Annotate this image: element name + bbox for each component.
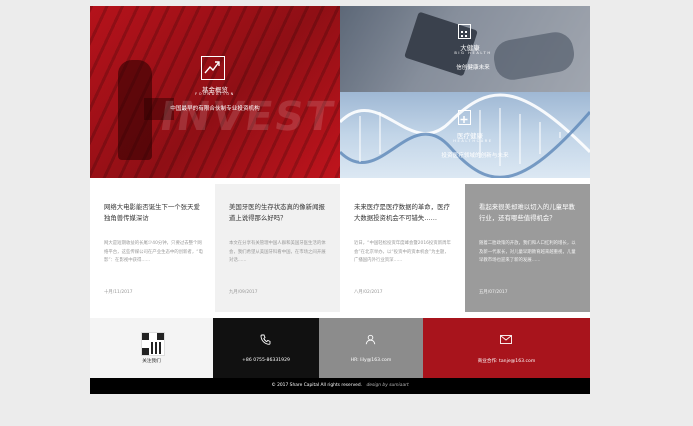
article-card[interactable]: 美国牙医的生存状态真的像新闻报道上说得那么好吗？ 本文在分享有关管理中国人群和美…: [215, 184, 340, 312]
article-date: 八月/02/2017: [354, 290, 383, 295]
follow-us-block[interactable]: 关注我们: [90, 318, 213, 378]
user-icon: [365, 334, 376, 345]
footer: © 2017 Share Capital All rights reserved…: [90, 378, 590, 394]
article-cards: 网络大电影能否诞生下一个张天爱 独角兽传媒深访 网大是短期收益的长尾少40分钟，…: [90, 184, 590, 312]
phone-block[interactable]: +86 0755-86331929: [213, 318, 319, 378]
article-excerpt: 近日，“中国轻松投资年度峰会暨2016投资新周年会”在北京举办，以“投资中的资本…: [354, 241, 451, 263]
article-excerpt: 随着二胎政策的开放，我们和人口红利的增长，以及新一代家长，对儿童早期教育越来越重…: [479, 241, 576, 263]
big-health-description: 信创健康未来: [456, 65, 490, 71]
article-excerpt: 网大是短期收益的长尾少40分钟，只要过去整个网络平台，这些传媒公司在产业生态中的…: [104, 241, 203, 263]
qr-code-icon: [141, 332, 165, 356]
article-date: 五月/07/2017: [479, 290, 508, 295]
article-excerpt: 本文在分享有关管理中国人群和美国牙医生活的体会，我们希望从美国牙科看中国，在市场…: [229, 241, 326, 263]
article-card[interactable]: 看起来很美却难以切入的儿童早教行业，还有哪些值得机会？ 随着二胎政策的开放，我们…: [465, 184, 590, 312]
article-title[interactable]: 美国牙医的生存状态真的像新闻报道上说得那么好吗？: [229, 202, 328, 223]
article-date: 十月/11/2017: [104, 290, 133, 295]
hr-email[interactable]: HR: lily@163.com: [319, 358, 423, 363]
building-icon: [458, 24, 471, 39]
big-health-subtitle: BIG HEALTH: [454, 51, 492, 55]
page: INVEST 基金概览 FOUNDATION 中国最早的有限合伙制专业投资机构: [90, 6, 590, 394]
article-date: 九月/09/2017: [229, 290, 258, 295]
hero-background-word: INVEST: [156, 94, 338, 140]
article-title[interactable]: 网络大电影能否诞生下一个张天爱 独角兽传媒深访: [104, 202, 203, 223]
foundation-subtitle: FOUNDATION: [195, 92, 235, 96]
business-email[interactable]: 商业合作: tanje@163.com: [423, 358, 590, 364]
hr-email-block[interactable]: HR: lily@163.com: [319, 318, 423, 378]
phone-number[interactable]: +86 0755-86331929: [213, 358, 319, 363]
hero-foundation-tile[interactable]: INVEST 基金概览 FOUNDATION 中国最早的有限合伙制专业投资机构: [90, 6, 340, 178]
article-title[interactable]: 未来医疗是医疗数据的革命，医疗大数据投资机会不可错失……: [354, 202, 453, 223]
article-title[interactable]: 看起来很美却难以切入的儿童早教行业，还有哪些值得机会？: [479, 202, 578, 223]
follow-us-label: 关注我们: [142, 359, 161, 364]
article-card[interactable]: 网络大电影能否诞生下一个张天爱 独角兽传媒深访 网大是短期收益的长尾少40分钟，…: [90, 184, 215, 312]
healthcare-subtitle: HEALTHCARE: [453, 139, 493, 143]
mail-icon: [500, 335, 512, 344]
phone-icon: [260, 334, 271, 345]
healthcare-description: 投资医疗领域的创新与未来: [441, 153, 509, 159]
foundation-description: 中国最早的有限合伙制专业投资机构: [170, 106, 260, 112]
trend-chart-icon: [201, 56, 225, 80]
business-email-block[interactable]: 商业合作: tanje@163.com: [423, 318, 590, 378]
design-credit[interactable]: design by sumiaart: [366, 383, 408, 388]
article-card[interactable]: 未来医疗是医疗数据的革命，医疗大数据投资机会不可错失…… 近日，“中国轻松投资年…: [340, 184, 465, 312]
medical-icon: [458, 110, 471, 125]
contact-strip: 关注我们 +86 0755-86331929 HR: lily@163.com …: [90, 318, 590, 378]
copyright-text: © 2017 Share Capital All rights reserved…: [271, 383, 363, 388]
